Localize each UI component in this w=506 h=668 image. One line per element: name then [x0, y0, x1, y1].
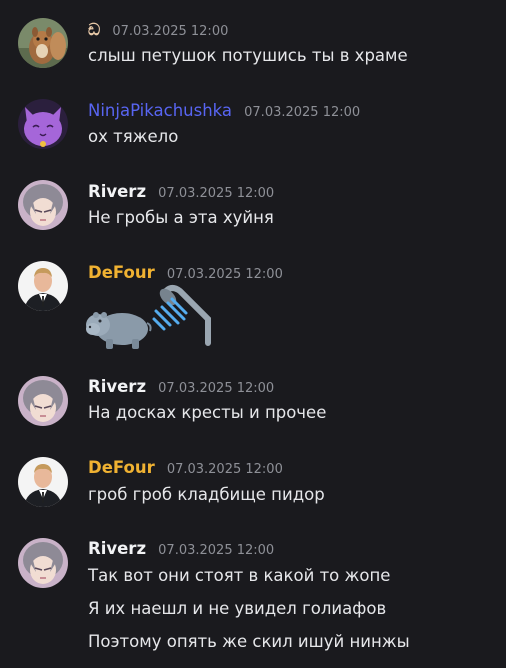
username[interactable]: DeFour [88, 263, 155, 282]
timestamp: 07.03.2025 12:00 [158, 381, 275, 396]
shower-emoji[interactable] [150, 283, 214, 351]
username[interactable]: ඩ [88, 20, 100, 39]
message-text: ох тяжело [88, 127, 179, 146]
message-text: гроб гроб кладбище пидор [88, 485, 325, 504]
anime-avatar[interactable] [18, 180, 68, 230]
message-text: слыш петушок потушись ты в храме [88, 46, 408, 65]
timestamp: 07.03.2025 12:00 [244, 105, 361, 120]
squirrel-avatar[interactable] [18, 18, 68, 68]
suit-man-avatar[interactable] [18, 457, 68, 507]
anime-avatar[interactable] [18, 376, 68, 426]
anime-avatar[interactable] [18, 538, 68, 588]
message-text: Не гробы а эта хуйня [88, 208, 274, 227]
username[interactable]: Riverz [88, 377, 146, 396]
suit-man-avatar[interactable] [18, 261, 68, 311]
username[interactable]: DeFour [88, 458, 155, 477]
timestamp: 07.03.2025 12:00 [166, 462, 283, 477]
timestamp: 07.03.2025 12:00 [166, 267, 283, 282]
message-text: На досках кресты и прочее [88, 403, 327, 422]
message-text: Я их наешл и не увидел голиафов [88, 599, 387, 618]
timestamp: 07.03.2025 12:00 [158, 543, 275, 558]
purple-cat-avatar[interactable] [18, 99, 68, 149]
username[interactable]: Riverz [88, 182, 146, 201]
timestamp: 07.03.2025 12:00 [112, 24, 229, 39]
username[interactable]: NinjaPikachushka [88, 101, 232, 120]
hippopotamus-emoji[interactable] [86, 303, 152, 355]
message-text: Поэтому опять же скил ишуй нинжы [88, 632, 410, 651]
username[interactable]: Riverz [88, 539, 146, 558]
message-text: Так вот они стоят в какой то жопе [88, 566, 391, 585]
timestamp: 07.03.2025 12:00 [158, 186, 275, 201]
